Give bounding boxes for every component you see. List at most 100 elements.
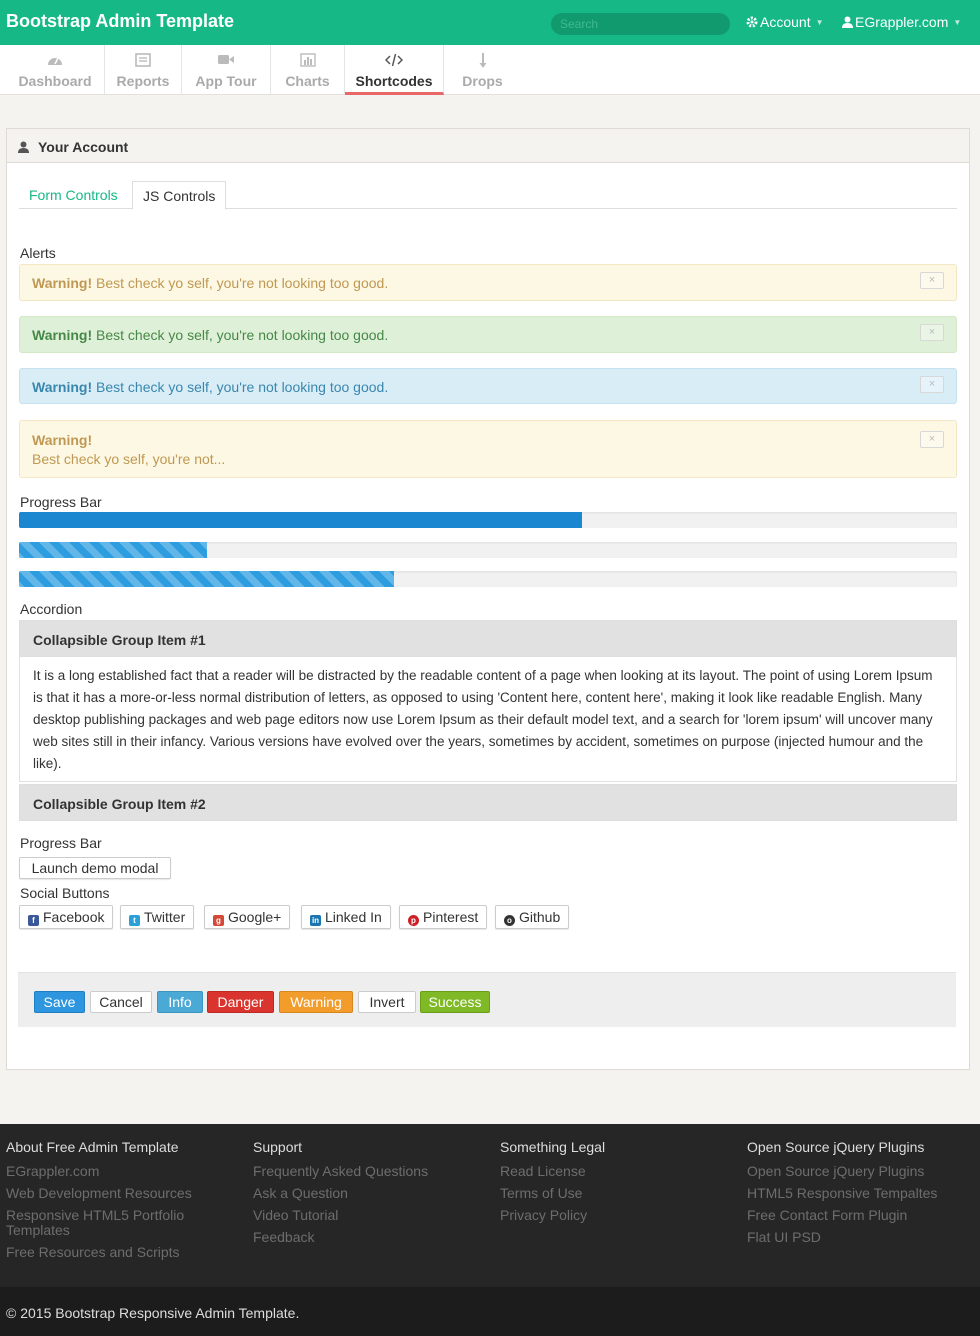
- reports-icon: [105, 53, 181, 71]
- alert-warning: Warning! Best check yo self, you're not …: [19, 264, 957, 301]
- social-label-text: Twitter: [144, 909, 186, 925]
- nav-item-label: Charts: [285, 73, 330, 89]
- button-row: Save Cancel Info Danger Warning Invert S…: [18, 972, 956, 1027]
- footer-link[interactable]: Flat UI PSD: [747, 1230, 977, 1245]
- footer-link[interactable]: Open Source jQuery Plugins: [747, 1164, 977, 1179]
- nav-item-shortcodes[interactable]: Shortcodes: [345, 45, 444, 95]
- close-icon[interactable]: ×: [920, 324, 944, 341]
- nav-item-reports[interactable]: Reports: [105, 45, 182, 95]
- copyright-bar: © 2015 Bootstrap Responsive Admin Templa…: [0, 1287, 980, 1336]
- footer-link[interactable]: Free Resources and Scripts: [6, 1245, 236, 1260]
- alert-strong: Warning!: [32, 432, 93, 448]
- progress-bar-striped: [19, 542, 957, 558]
- close-icon[interactable]: ×: [920, 272, 944, 289]
- facebook-icon: f: [28, 915, 39, 926]
- long-arrow-down-icon: [444, 53, 521, 71]
- footer-link[interactable]: Privacy Policy: [500, 1208, 730, 1223]
- alerts-label: Alerts: [20, 245, 56, 261]
- progress-label: Progress Bar: [20, 494, 102, 510]
- panel-header: Your Account: [7, 129, 969, 163]
- account-label: Account: [760, 14, 811, 30]
- footer-heading: Something Legal: [500, 1139, 606, 1155]
- alert-text: Best check yo self, you're not looking t…: [96, 327, 389, 343]
- user-icon: [18, 141, 29, 153]
- bar-chart-icon: [271, 53, 344, 71]
- caret-down-icon: ▼: [815, 18, 824, 27]
- danger-button[interactable]: Danger: [207, 991, 274, 1013]
- linkedin-button[interactable]: in Linked In: [301, 905, 391, 929]
- social-label-text: Github: [519, 909, 561, 925]
- google-plus-button[interactable]: g Google+: [204, 905, 291, 929]
- user-label: EGrappler.com: [855, 14, 949, 30]
- alert-strong: Warning!: [32, 379, 93, 395]
- close-icon[interactable]: ×: [920, 376, 944, 393]
- accordion-heading-2[interactable]: Collapsible Group Item #2: [19, 784, 957, 821]
- progress-fill: [19, 542, 207, 558]
- footer-link[interactable]: EGrappler.com: [6, 1164, 236, 1179]
- alert-info: Warning! Best check yo self, you're not …: [19, 368, 957, 404]
- footer-link[interactable]: Read License: [500, 1164, 730, 1179]
- progress-bar-striped: [19, 571, 957, 587]
- nav-item-label: Drops: [462, 73, 503, 89]
- main-nav: Dashboard Reports App Tour Charts Shortc…: [0, 45, 980, 95]
- tab-js-controls[interactable]: JS Controls: [132, 181, 227, 210]
- footer-link[interactable]: Ask a Question: [253, 1186, 483, 1201]
- pinterest-button[interactable]: p Pinterest: [399, 905, 488, 929]
- info-button[interactable]: Info: [157, 991, 203, 1013]
- social-label-text: Linked In: [325, 909, 382, 925]
- alert-text: Best check yo self, you're not looking t…: [96, 275, 389, 291]
- nav-item-charts[interactable]: Charts: [271, 45, 345, 95]
- footer-link[interactable]: Video Tutorial: [253, 1208, 483, 1223]
- accordion-heading-1[interactable]: Collapsible Group Item #1: [19, 620, 957, 657]
- nav-item-app-tour[interactable]: App Tour: [182, 45, 271, 95]
- alert-strong: Warning!: [32, 327, 93, 343]
- linkedin-icon: in: [310, 915, 321, 926]
- nav-item-label: Reports: [116, 73, 170, 89]
- footer-heading: Support: [253, 1139, 303, 1155]
- social-label-text: Facebook: [43, 909, 105, 925]
- accordion-label: Accordion: [20, 601, 83, 617]
- code-icon: [345, 53, 443, 71]
- progress-bar: [19, 512, 957, 528]
- footer-link[interactable]: Terms of Use: [500, 1186, 730, 1201]
- cancel-button[interactable]: Cancel: [90, 991, 152, 1013]
- footer-link[interactable]: Feedback: [253, 1230, 483, 1245]
- social-label: Social Buttons: [20, 885, 110, 901]
- search-input[interactable]: [551, 13, 730, 35]
- github-button[interactable]: o Github: [495, 905, 570, 929]
- footer-column-legal: Something Legal Read License Terms of Us…: [500, 1139, 730, 1230]
- alert-text: Best check yo self, you're not looking t…: [96, 379, 389, 395]
- invert-button[interactable]: Invert: [358, 991, 416, 1013]
- footer-column-about: About Free Admin Template EGrappler.com …: [6, 1139, 236, 1267]
- twitter-button[interactable]: t Twitter: [120, 905, 195, 929]
- alert-success: Warning! Best check yo self, you're not …: [19, 316, 957, 353]
- progress-fill: [19, 571, 395, 587]
- close-icon[interactable]: ×: [920, 431, 944, 448]
- nav-item-dashboard[interactable]: Dashboard: [6, 45, 105, 95]
- footer-link[interactable]: HTML5 Responsive Tempaltes: [747, 1186, 977, 1201]
- footer-link[interactable]: Free Contact Form Plugin: [747, 1208, 977, 1223]
- top-navbar: Bootstrap Admin Template Account ▼ EGrapp…: [0, 0, 980, 45]
- modal-section-label: Progress Bar: [20, 835, 102, 851]
- user-icon: [842, 16, 853, 28]
- save-button[interactable]: Save: [34, 991, 85, 1013]
- tab-form-controls[interactable]: Form Controls: [19, 181, 128, 209]
- account-dropdown[interactable]: Account ▼: [746, 14, 824, 30]
- success-button[interactable]: Success: [420, 991, 490, 1013]
- footer-link[interactable]: Frequently Asked Questions: [253, 1164, 483, 1179]
- progress-fill: [19, 512, 582, 528]
- dashboard-icon: [6, 53, 104, 71]
- nav-item-drops[interactable]: Drops: [444, 45, 521, 95]
- warning-button[interactable]: Warning: [279, 991, 353, 1013]
- panel-title: Your Account: [38, 139, 129, 155]
- footer-link[interactable]: Web Development Resources: [6, 1186, 236, 1201]
- launch-modal-button[interactable]: Launch demo modal: [19, 857, 171, 879]
- footer-link[interactable]: Responsive HTML5 Portfolio Templates: [6, 1208, 206, 1238]
- facebook-button[interactable]: f Facebook: [19, 905, 114, 929]
- google-plus-icon: g: [213, 915, 224, 926]
- github-icon: o: [504, 915, 515, 926]
- user-dropdown[interactable]: EGrappler.com ▼: [842, 14, 961, 30]
- nav-item-label: App Tour: [195, 73, 257, 89]
- brand-logo[interactable]: Bootstrap Admin Template: [6, 11, 234, 32]
- accordion-body-1: It is a long established fact that a rea…: [19, 657, 957, 782]
